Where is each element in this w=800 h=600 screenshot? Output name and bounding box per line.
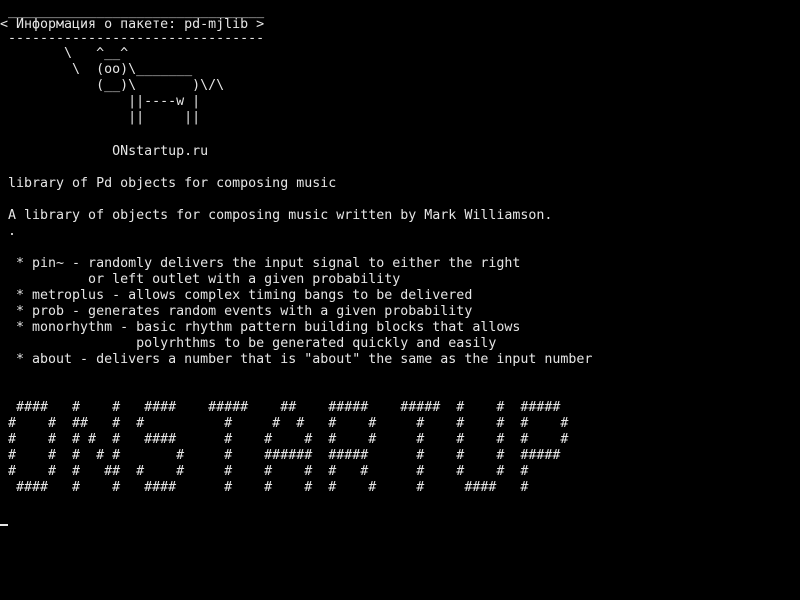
banner-line: # # # # # # # ###### ##### # # # ##### bbox=[0, 448, 561, 463]
cowsay-cow-line: (__)\ )\/\ bbox=[0, 78, 225, 93]
object-list-line: * pin~ - randomly delivers the input sig… bbox=[0, 256, 521, 271]
cowsay-cow-line: || || bbox=[0, 110, 201, 125]
object-list-line: polyrhthms to be generated quickly and e… bbox=[0, 336, 497, 351]
package-description: A library of objects for composing music… bbox=[0, 208, 553, 223]
object-list-line: or left outlet with a given probability bbox=[0, 272, 401, 287]
banner-line: #### # # #### # # # # # # #### # bbox=[0, 480, 529, 495]
text-cursor bbox=[0, 524, 8, 526]
object-list-line: * about - delivers a number that is "abo… bbox=[0, 352, 593, 367]
cowsay-cow-line: \ ^__^ bbox=[0, 46, 129, 61]
cowsay-cow-line: \ (oo)\_______ bbox=[0, 62, 193, 77]
cowsay-cow-line: ||----w | bbox=[0, 94, 201, 109]
banner-line: # # ## # # # # # # # # # # # # bbox=[0, 416, 569, 431]
object-list-line: * prob - generates random events with a … bbox=[0, 304, 473, 319]
package-description-dot: . bbox=[0, 224, 17, 239]
object-list-line: * monorhythm - basic rhythm pattern buil… bbox=[0, 320, 521, 335]
banner-line: #### # # #### ##### ## ##### ##### # # #… bbox=[0, 400, 561, 415]
banner-line: # # # ## # # # # # # # # # # # bbox=[0, 464, 529, 479]
terminal-screen[interactable]: ________________________________ < Инфор… bbox=[0, 0, 800, 600]
object-list-line: * metroplus - allows complex timing bang… bbox=[0, 288, 473, 303]
banner-line: # # # # # #### # # # # # # # # # # bbox=[0, 432, 569, 447]
site-label: ONstartup.ru bbox=[0, 144, 209, 159]
cowsay-bubble-bottom: -------------------------------- bbox=[0, 31, 265, 46]
package-summary: library of Pd objects for composing musi… bbox=[0, 176, 337, 191]
